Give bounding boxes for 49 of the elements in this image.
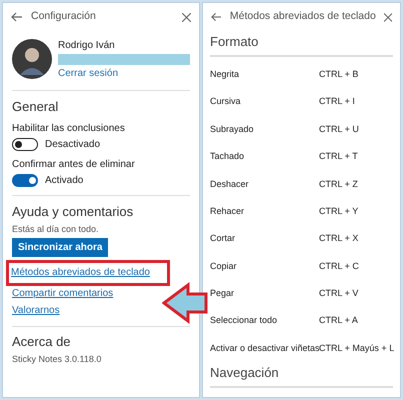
shortcut-action: Tachado — [210, 150, 246, 164]
shortcut-action: Negrita — [210, 68, 240, 81]
shortcut-keys: CTRL + Y — [319, 204, 358, 218]
toggle-switch[interactable] — [12, 138, 38, 151]
shortcut-keys: CTRL + B — [319, 68, 358, 82]
shortcut-action: Deshacer — [210, 178, 250, 190]
option-label: Habilitar las conclusiones — [12, 122, 126, 135]
shortcut-action: Cortar — [210, 232, 236, 246]
shortcut-action: Seleccionar todo — [210, 314, 278, 328]
shortcut-keys: CTRL + T — [319, 150, 358, 164]
link[interactable]: Valorarnos — [12, 304, 60, 318]
shortcut-action: Copiar — [210, 260, 238, 273]
back-icon[interactable] — [11, 12, 23, 22]
back-icon[interactable] — [211, 12, 222, 22]
section-heading: General — [12, 99, 60, 115]
avatar — [12, 39, 52, 79]
close-icon[interactable] — [182, 12, 191, 22]
shortcut-action: Rehacer — [210, 204, 246, 218]
section-heading: Ayuda y comentarios — [12, 204, 134, 220]
shortcut-action: Cursiva — [210, 95, 242, 108]
shortcut-action: Pegar — [210, 287, 236, 300]
section-heading: Acerca de — [12, 334, 72, 350]
window-title: Métodos abreviados de teclado — [230, 9, 376, 24]
section-heading: Navegación — [210, 364, 280, 382]
close-icon[interactable] — [384, 12, 392, 22]
sync-button[interactable]: Sincronizar ahora — [12, 238, 108, 257]
shortcut-keys: CTRL + I — [319, 95, 355, 109]
status-text: Estás al día con todo. — [12, 223, 100, 235]
shortcut-keys: CTRL + C — [319, 260, 359, 274]
link[interactable]: Métodos abreviados de teclado — [9, 263, 167, 283]
version-text: Sticky Notes 3.0.118.0 — [12, 353, 102, 365]
sign-out-link[interactable]: Cerrar sesión — [58, 67, 118, 80]
shortcut-action: Subrayado — [210, 122, 255, 136]
shortcut-keys: CTRL + X — [319, 232, 358, 246]
toggle-state: Desactivado — [45, 138, 100, 151]
section-heading: Formato — [210, 33, 260, 51]
shortcut-keys: CTRL + U — [319, 122, 359, 136]
shortcut-action: Activar o desactivar viñetas — [210, 342, 317, 355]
toggle-switch[interactable] — [12, 174, 38, 187]
user-name: Rodrigo Iván — [58, 39, 116, 52]
shortcut-keys: CTRL + V — [319, 287, 358, 301]
link[interactable]: Compartir comentarios — [12, 287, 114, 301]
pointer-arrow — [162, 282, 208, 324]
option-label: Confirmar antes de eliminar — [12, 158, 136, 171]
window-title: Configuración — [31, 9, 97, 24]
shortcut-keys: CTRL + Z — [319, 178, 358, 191]
shortcut-keys: CTRL + Mayús + L — [319, 342, 394, 356]
shortcut-keys: CTRL + A — [319, 314, 358, 328]
toggle-state: Activado — [45, 174, 84, 187]
